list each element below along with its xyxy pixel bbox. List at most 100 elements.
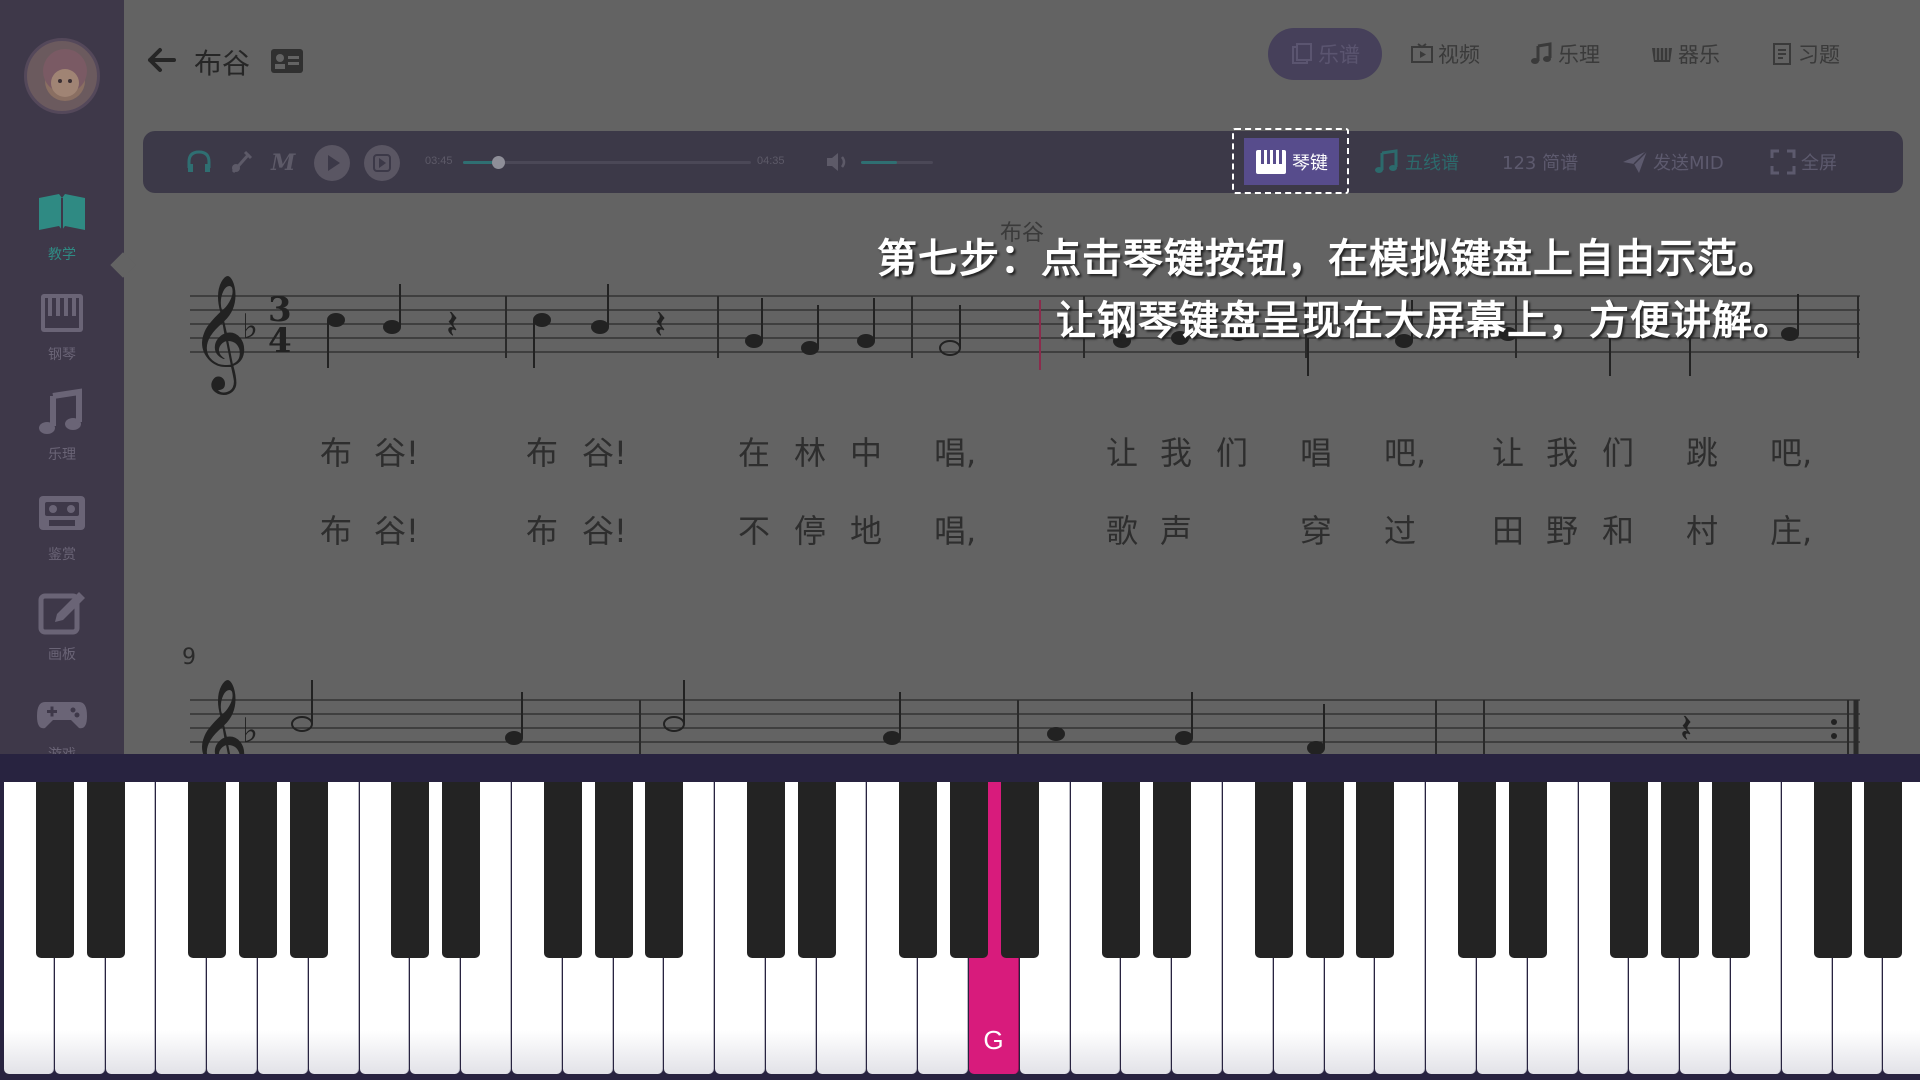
progress-knob[interactable] xyxy=(491,156,505,169)
avatar[interactable] xyxy=(24,38,100,114)
piano-keys-icon xyxy=(1256,149,1286,174)
fullscreen-button[interactable]: 全屏 xyxy=(1769,148,1837,176)
progress-slider[interactable] xyxy=(463,156,751,169)
skip-button[interactable] xyxy=(364,145,400,181)
sidebar-item-drawing-board[interactable]: 画板 xyxy=(0,586,124,686)
piano-black-key[interactable] xyxy=(35,782,74,958)
piano-black-key[interactable] xyxy=(289,782,328,958)
current-time: 03:45 xyxy=(425,155,453,167)
tab-instrument[interactable]: 器乐 xyxy=(1628,28,1742,80)
jianpu-button[interactable]: 123 简谱 xyxy=(1502,148,1578,176)
tab-exercise[interactable]: 习题 xyxy=(1748,28,1862,80)
tab-theory[interactable]: 乐理 xyxy=(1508,28,1622,80)
piano-black-key[interactable] xyxy=(1305,782,1344,958)
lyric-syllable: 们 xyxy=(1216,434,1249,472)
instruction-line-1: 第七步：点击琴键按钮，在模拟键盘上自由示范。 xyxy=(877,236,1779,282)
sidebar-label: 钢琴 xyxy=(48,346,76,362)
piano-black-key[interactable] xyxy=(1102,782,1141,958)
tab-score[interactable]: 乐谱 xyxy=(1268,28,1382,80)
tab-label: 视频 xyxy=(1438,44,1480,67)
lyric-syllable: 布 xyxy=(526,512,559,550)
lyric-syllable: 村 xyxy=(1686,512,1719,550)
svg-text:𝄽: 𝄽 xyxy=(654,302,666,348)
piano-black-key[interactable] xyxy=(238,782,277,958)
piano-black-key[interactable] xyxy=(1864,782,1903,958)
play-icon xyxy=(328,155,340,171)
lyric-syllable: 在 xyxy=(738,434,771,472)
piano-black-key[interactable] xyxy=(1813,782,1852,958)
piano-black-key[interactable] xyxy=(1508,782,1547,958)
exercise-icon xyxy=(1773,43,1791,65)
lyric-syllable: 谷! xyxy=(374,512,419,550)
lyric-syllable: 唱, xyxy=(934,512,977,550)
lyric-syllable: 们 xyxy=(1602,434,1635,472)
piano-black-key[interactable] xyxy=(645,782,684,958)
sidebar-item-teaching[interactable]: 教学 xyxy=(0,186,124,286)
lyric-syllable: 我 xyxy=(1546,434,1579,472)
send-midi-button[interactable]: 发送MID xyxy=(1621,148,1724,176)
lyric-syllable: 不 xyxy=(738,512,771,550)
video-icon xyxy=(1411,43,1433,63)
tab-label: 器乐 xyxy=(1678,44,1720,67)
piano-black-key[interactable] xyxy=(899,782,938,958)
player-toolbar: M 03:45 04:35 琴键 五线谱 123 简谱 发送MID 全屏 xyxy=(143,128,1903,194)
metronome-icon[interactable] xyxy=(227,148,255,176)
repeat-dot xyxy=(1831,733,1837,739)
sidebar-label: 教学 xyxy=(48,246,76,262)
piano-black-key[interactable] xyxy=(1254,782,1293,958)
lyric-syllable: 让 xyxy=(1492,434,1525,472)
piano-black-key[interactable] xyxy=(1000,782,1039,958)
fullscreen-icon xyxy=(1770,149,1796,175)
top-tabs: 乐谱 视频 乐理 器乐 习题 xyxy=(1262,28,1862,80)
staff-notation-button[interactable]: 五线谱 xyxy=(1373,148,1459,176)
piano-icon xyxy=(41,294,83,332)
lyric-syllable: 唱 xyxy=(1300,434,1333,472)
lyric-syllable: 谷! xyxy=(374,434,419,472)
piano-black-key[interactable] xyxy=(1711,782,1750,958)
piano-black-key[interactable] xyxy=(950,782,989,958)
sidebar-item-piano[interactable]: 钢琴 xyxy=(0,286,124,386)
mute-m-icon[interactable]: M xyxy=(269,148,297,176)
book-icon xyxy=(39,194,85,230)
lyric-syllable: 吧, xyxy=(1384,434,1427,472)
volume-icon[interactable] xyxy=(823,148,851,176)
sidebar-label: 鉴赏 xyxy=(48,546,76,562)
volume-slider[interactable] xyxy=(861,161,933,164)
instruction-overlay: 第七步：点击琴键按钮，在模拟键盘上自由示范。 让钢琴键盘呈现在大屏幕上，方便讲解… xyxy=(877,228,1794,352)
lyric-syllable: 唱, xyxy=(934,434,977,472)
time-signature-top: 3 xyxy=(268,290,292,330)
staff-system-2 xyxy=(190,699,1860,743)
piano-black-key[interactable] xyxy=(1356,782,1395,958)
lyric-syllable: 庄, xyxy=(1770,512,1813,550)
lyric-syllable: 停 xyxy=(794,512,827,550)
sidebar-label: 画板 xyxy=(48,646,76,662)
headphone-icon[interactable] xyxy=(185,148,213,176)
tab-video[interactable]: 视频 xyxy=(1388,28,1502,80)
treble-clef: 𝄞 xyxy=(190,677,249,754)
skip-icon xyxy=(373,154,391,172)
piano-black-key[interactable] xyxy=(594,782,633,958)
piano-black-key[interactable] xyxy=(188,782,227,958)
notes-system-2: 𝄽 xyxy=(291,680,1692,754)
piano-black-key[interactable] xyxy=(391,782,430,958)
lyric-syllable: 穿 xyxy=(1300,512,1333,550)
piano-black-key[interactable] xyxy=(543,782,582,958)
piano-black-key[interactable] xyxy=(1610,782,1649,958)
piano-black-key[interactable] xyxy=(1458,782,1497,958)
repeat-dot xyxy=(1831,719,1837,725)
total-time: 04:35 xyxy=(757,155,785,167)
svg-text:𝄽: 𝄽 xyxy=(1680,706,1692,752)
piano-keys: G xyxy=(0,782,1920,1074)
piano-black-key[interactable] xyxy=(1153,782,1192,958)
piano-black-key[interactable] xyxy=(746,782,785,958)
time-signature-bottom: 4 xyxy=(268,321,292,361)
piano-black-key[interactable] xyxy=(797,782,836,958)
music-note-icon xyxy=(1375,149,1398,173)
play-button[interactable] xyxy=(314,145,350,181)
piano-black-key[interactable] xyxy=(1661,782,1700,958)
piano-keys-button[interactable]: 琴键 xyxy=(1244,138,1339,185)
back-arrow-icon[interactable] xyxy=(146,44,178,76)
info-card-icon[interactable] xyxy=(270,48,304,74)
piano-black-key[interactable] xyxy=(86,782,125,958)
piano-black-key[interactable] xyxy=(442,782,481,958)
